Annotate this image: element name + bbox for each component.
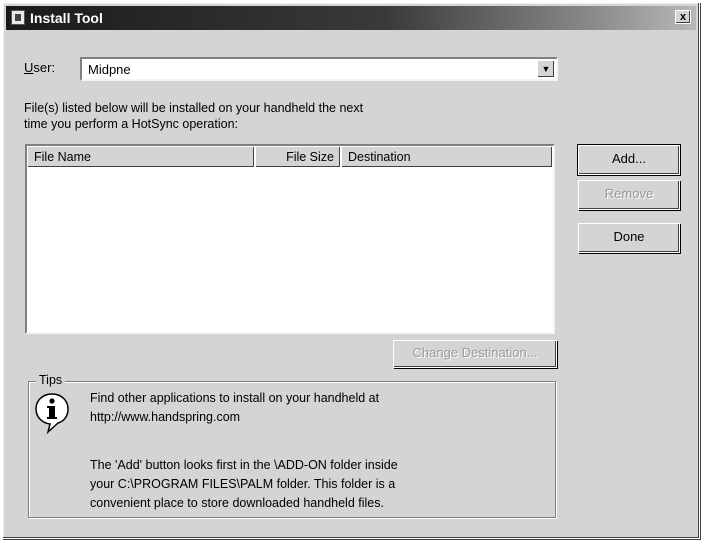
close-button[interactable]: x — [675, 10, 691, 24]
install-info-text: File(s) listed below will be installed o… — [24, 100, 363, 132]
tips-p2-line-2: your C:\PROGRAM FILES\PALM folder. This … — [90, 477, 396, 491]
dropdown-arrow-icon[interactable]: ▼ — [537, 60, 555, 78]
column-destination[interactable]: Destination — [341, 146, 553, 168]
title-bar[interactable]: Install Tool x — [6, 6, 696, 30]
user-select[interactable]: Midpne ▼ — [80, 57, 558, 81]
done-button[interactable]: Done — [578, 223, 680, 253]
user-label-accel: U — [24, 60, 34, 75]
column-file-name[interactable]: File Name — [27, 146, 255, 168]
column-file-size[interactable]: File Size — [255, 146, 341, 168]
file-list-header: File Name File Size Destination — [27, 146, 553, 168]
info-icon — [35, 393, 69, 434]
window-title: Install Tool — [30, 10, 103, 26]
tips-p1-line-1: Find other applications to install on yo… — [90, 391, 380, 405]
tips-legend: Tips — [36, 373, 66, 387]
tips-paragraph-2: The 'Add' button looks first in the \ADD… — [90, 456, 530, 513]
tips-p1-line-2: http://www.handspring.com — [90, 410, 241, 424]
change-destination-button[interactable]: Change Destination... — [393, 340, 557, 368]
tips-p2-line-3: convenient place to store downloaded han… — [90, 496, 384, 510]
user-label: User: — [24, 60, 55, 75]
install-info-line-1: File(s) listed below will be installed o… — [24, 101, 364, 115]
user-select-value: Midpne — [88, 62, 131, 77]
user-label-rest: ser: — [33, 60, 56, 75]
app-icon — [11, 10, 25, 25]
tips-paragraph-1: Find other applications to install on yo… — [90, 389, 530, 427]
remove-button[interactable]: Remove — [578, 180, 680, 210]
add-button[interactable]: Add... — [577, 144, 681, 176]
install-info-line-2: time you perform a HotSync operation: — [24, 117, 238, 131]
tips-p2-line-1: The 'Add' button looks first in the \ADD… — [90, 458, 398, 472]
file-list[interactable]: File Name File Size Destination — [25, 144, 555, 334]
